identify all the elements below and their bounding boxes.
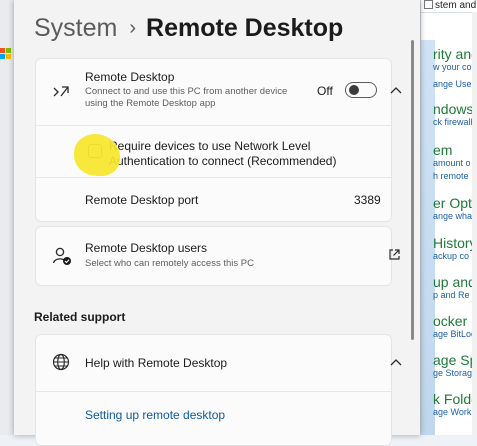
help-links: Setting up remote desktop xyxy=(36,391,391,446)
background-control-panel: stem and rity and w your co ange Use ndo… xyxy=(420,0,477,435)
cp-item-link[interactable]: ange what th xyxy=(433,211,477,222)
checkbox-icon xyxy=(424,0,433,9)
chevron-up-icon[interactable] xyxy=(390,86,402,96)
breadcrumb: System › Remote Desktop xyxy=(34,10,343,46)
cp-item-link[interactable]: w your co xyxy=(433,62,477,73)
remote-desktop-description: Connect to and use this PC from another … xyxy=(85,86,288,109)
cp-item[interactable]: k Folde age Work F xyxy=(433,391,477,418)
cp-item-title[interactable]: k Folde xyxy=(433,391,477,407)
help-row[interactable]: Help with Remote Desktop xyxy=(36,335,402,391)
cp-item[interactable]: ange Use xyxy=(433,79,472,90)
cp-item-title[interactable]: ndows D xyxy=(433,101,477,117)
remote-desktop-toggle[interactable] xyxy=(345,82,377,98)
remote-desktop-row[interactable]: Remote Desktop Connect to and use this P… xyxy=(36,59,402,125)
cp-item[interactable]: h remote xyxy=(433,171,469,182)
cp-item-link[interactable]: h remote xyxy=(433,171,469,182)
breadcrumb-separator: › xyxy=(129,16,137,39)
related-support-card: Help with Remote Desktop Setting up remo… xyxy=(35,334,402,446)
control-panel-scrollbar[interactable] xyxy=(472,12,477,435)
scrollbar-thumb[interactable] xyxy=(411,40,414,340)
chevron-up-icon[interactable] xyxy=(390,358,402,368)
background-left-strip xyxy=(0,0,14,435)
users-title: Remote Desktop users xyxy=(85,241,208,255)
cp-item-title[interactable]: age Spa xyxy=(433,352,477,368)
control-panel-topbar: stem and xyxy=(421,0,477,13)
cp-item[interactable]: ndows D ck firewall s xyxy=(433,101,477,128)
settings-scrollbar[interactable] xyxy=(410,40,415,380)
windows-logo-icon xyxy=(0,48,11,59)
users-description: Select who can remotely access this PC xyxy=(85,258,254,269)
cp-item[interactable]: History ackup co xyxy=(433,235,477,262)
related-support-heading: Related support xyxy=(34,310,126,324)
cp-item-title[interactable]: em xyxy=(433,142,471,158)
port-value: 3389 xyxy=(354,193,381,207)
cp-item[interactable]: ocker D age BitLoc xyxy=(433,313,477,340)
cp-item-link[interactable]: age BitLoc xyxy=(433,329,477,340)
cp-item-title[interactable]: er Optic xyxy=(433,195,477,211)
port-row: Remote Desktop port 3389 xyxy=(36,177,391,222)
cp-item[interactable]: er Optic ange what th xyxy=(433,195,477,222)
setting-up-remote-desktop-link[interactable]: Setting up remote desktop xyxy=(85,408,225,422)
cp-item-link[interactable]: ge Storage xyxy=(433,368,477,379)
help-title: Help with Remote Desktop xyxy=(85,356,228,370)
cp-item-title[interactable]: rity and xyxy=(433,46,477,62)
breadcrumb-system[interactable]: System xyxy=(34,14,117,43)
cp-item-link[interactable]: age Work F xyxy=(433,407,477,418)
remote-desktop-title: Remote Desktop xyxy=(85,70,175,84)
control-panel-top-text: stem and xyxy=(435,0,477,11)
highlighter-mark xyxy=(74,134,120,176)
cp-item-link[interactable]: amount o xyxy=(433,158,471,169)
user-check-icon xyxy=(52,247,71,265)
cp-item-title[interactable]: ocker D xyxy=(433,313,477,329)
nla-label[interactable]: Require devices to use Network Level Aut… xyxy=(109,139,349,169)
open-external-icon[interactable] xyxy=(388,248,401,261)
globe-icon xyxy=(52,353,70,371)
cp-item-title[interactable]: History xyxy=(433,235,477,251)
cp-item[interactable]: up and p and Re xyxy=(433,274,476,301)
settings-window: System › Remote Desktop Remote Desktop C… xyxy=(14,0,420,446)
cp-item-link[interactable]: p and Re xyxy=(433,290,476,301)
cp-item[interactable]: rity and w your co xyxy=(433,46,477,73)
cp-item-title[interactable]: up and xyxy=(433,274,476,290)
cp-item[interactable]: em amount o xyxy=(433,142,471,169)
toggle-knob xyxy=(349,85,359,95)
toggle-state-label: Off xyxy=(317,84,333,98)
cp-item-link[interactable]: ange Use xyxy=(433,79,472,90)
cp-item-link[interactable]: ackup co xyxy=(433,251,477,262)
page-title: Remote Desktop xyxy=(146,13,344,42)
remote-desktop-icon xyxy=(53,86,69,97)
cp-item-link[interactable]: ck firewall s xyxy=(433,117,477,128)
remote-desktop-users-card[interactable]: Remote Desktop users Select who can remo… xyxy=(35,226,400,286)
port-label: Remote Desktop port xyxy=(85,193,199,207)
cp-item[interactable]: age Spa ge Storage xyxy=(433,352,477,379)
